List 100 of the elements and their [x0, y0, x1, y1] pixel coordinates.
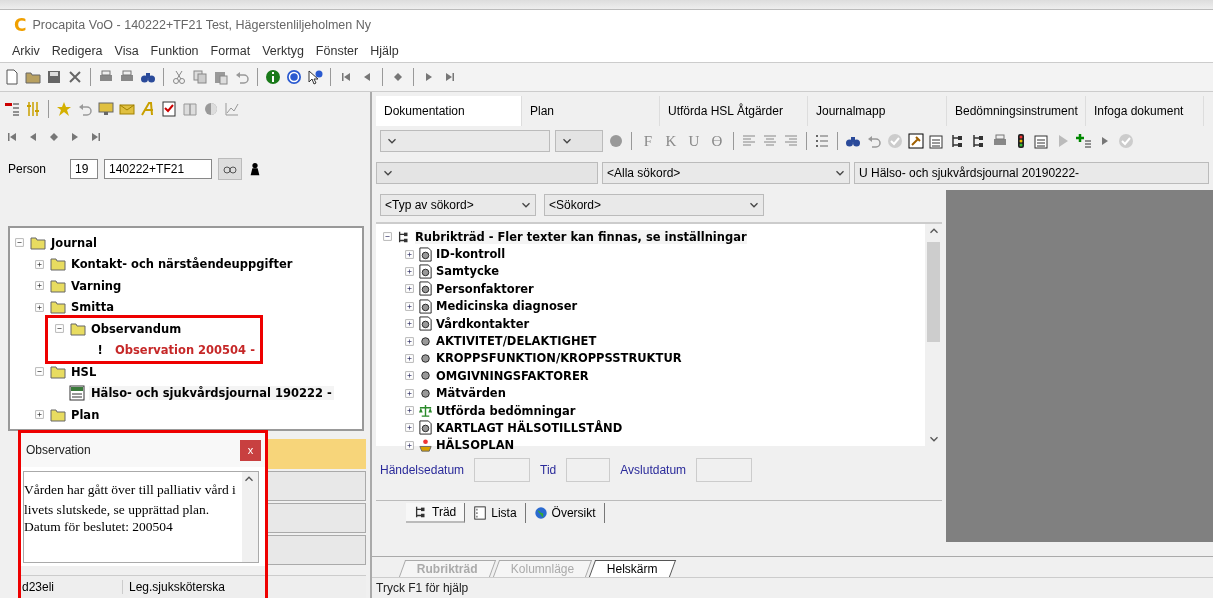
keyword-type-dropdown[interactable]: <Typ av sökord> [380, 194, 536, 216]
menu-item[interactable]: Format [210, 44, 251, 58]
delete-icon[interactable] [67, 69, 83, 85]
blob-icon[interactable] [608, 133, 624, 149]
tree-item[interactable]: Vårdkontakter [436, 316, 530, 331]
collapse-icon[interactable] [14, 237, 25, 249]
menu-item[interactable]: Visa [114, 44, 139, 58]
person-id-field[interactable]: 140222+TF21 [104, 159, 212, 179]
folder-icon [49, 277, 67, 294]
tree-item[interactable]: Medicinska diagnoser [436, 299, 578, 314]
expand-icon[interactable] [34, 409, 45, 421]
expand-icon[interactable] [404, 422, 415, 434]
tree-item[interactable]: HSL [71, 364, 97, 379]
menu-item[interactable]: Funktion [150, 44, 199, 58]
bullet-list-icon[interactable] [814, 133, 830, 149]
tree-item[interactable]: Mätvärden [436, 386, 506, 401]
new-document-icon[interactable] [4, 69, 20, 85]
paste-icon[interactable] [213, 69, 229, 85]
view-tab[interactable]: Översikt [525, 503, 605, 523]
expand-icon[interactable] [404, 283, 415, 295]
search-person-button[interactable] [218, 158, 242, 180]
view-tab[interactable]: Träd [406, 503, 466, 523]
add-list-icon[interactable] [1076, 133, 1092, 149]
sliders-icon[interactable] [25, 101, 41, 117]
person-icon[interactable] [248, 161, 262, 177]
tree-item[interactable]: Journal [51, 235, 97, 250]
tree-item[interactable]: Hälso- och sjukvårdsjournal 190222 - [89, 386, 334, 401]
expand-icon[interactable] [404, 387, 415, 399]
chart-icon[interactable] [224, 101, 240, 117]
date-field[interactable] [474, 458, 531, 482]
journal-document-icon[interactable] [69, 385, 85, 402]
scrollbar[interactable] [242, 472, 258, 562]
expand-icon[interactable] [34, 280, 45, 292]
envelope-icon[interactable] [119, 101, 135, 117]
document-icon[interactable] [1034, 133, 1050, 149]
info-icon[interactable] [265, 69, 281, 85]
collapse-icon[interactable] [382, 231, 393, 243]
expand-icon[interactable] [404, 352, 415, 364]
expand-icon[interactable] [404, 439, 415, 451]
expand-icon[interactable] [34, 258, 45, 270]
scissors-icon[interactable] [171, 69, 187, 85]
menu-item[interactable]: Hjälp [370, 44, 399, 58]
help-icon[interactable] [286, 69, 302, 85]
keyword-filter-dropdown[interactable]: <Alla sökord> [602, 162, 850, 184]
form-icon[interactable] [929, 133, 945, 149]
tab[interactable]: Dokumentation [376, 96, 522, 126]
tree-item[interactable]: Samtycke [436, 264, 499, 279]
star-icon[interactable] [56, 101, 72, 117]
tree-item[interactable]: Smitta [71, 300, 114, 315]
menu-item[interactable]: Arkiv [12, 44, 40, 58]
undo-icon[interactable] [234, 69, 250, 85]
expand-icon[interactable] [404, 405, 415, 417]
hammer-icon[interactable] [908, 133, 924, 149]
collapse-icon[interactable] [34, 366, 45, 378]
tree-item[interactable]: ID-kontroll [436, 247, 506, 262]
letter-icon[interactable] [140, 101, 156, 117]
expand-icon[interactable] [404, 248, 415, 260]
expand-icon[interactable] [404, 335, 415, 347]
collapse-icon[interactable] [54, 323, 65, 335]
expand-icon[interactable] [404, 265, 415, 277]
tree-item[interactable]: Observandum [91, 321, 182, 336]
undo-icon[interactable] [77, 101, 93, 117]
tree-item[interactable]: HÄLSOPLAN [436, 438, 515, 453]
monitor-icon[interactable] [98, 101, 114, 117]
check-icon[interactable] [1118, 133, 1134, 149]
document-dropdown[interactable]: U Hälso- och sjukvårdsjournal 20190222- [854, 162, 1209, 184]
century-field[interactable]: 19 [70, 159, 98, 179]
tree-item[interactable]: Utförda bedömningar [436, 403, 576, 418]
tree-item[interactable]: Kontakt- och närståendeuppgifter [71, 257, 293, 272]
tree-item[interactable]: AKTIVITET/DELAKTIGHET [436, 334, 597, 349]
pointer-help-icon[interactable] [307, 69, 323, 85]
date-field[interactable] [566, 458, 611, 482]
expand-icon[interactable] [404, 370, 415, 382]
expand-icon[interactable] [34, 301, 45, 313]
tree-item[interactable]: Plan [71, 407, 100, 422]
view-tab[interactable]: Lista [465, 503, 526, 523]
book-icon[interactable] [182, 101, 198, 117]
save-icon[interactable] [46, 69, 62, 85]
sheet-tab[interactable]: Helskärm [588, 560, 676, 577]
folder-icon[interactable] [25, 69, 41, 85]
keyword-dropdown[interactable]: <Sökord> [544, 194, 764, 216]
close-button[interactable]: x [240, 439, 261, 461]
tree-root[interactable]: Rubrikträd - Fler texter kan finnas, se inställningar [415, 229, 747, 244]
list-icon[interactable] [4, 101, 20, 117]
tree-item[interactable]: KROPPSFUNKTION/KROPPSSTRUKTUR [436, 351, 682, 366]
menu-item[interactable]: Redigera [51, 44, 103, 58]
expand-icon[interactable] [404, 300, 415, 312]
half-circle-icon[interactable] [203, 101, 219, 117]
tree-item[interactable]: Personfaktorer [436, 281, 534, 296]
date-field[interactable] [696, 458, 753, 482]
tree-item[interactable]: Varning [71, 278, 122, 293]
expand-icon[interactable] [404, 318, 415, 330]
tree-item[interactable]: KARTLAGT HÄLSOTILLSTÅND [436, 421, 623, 435]
copy-icon[interactable] [192, 69, 208, 85]
tree-item[interactable]: Observation 200504 - [115, 343, 255, 358]
tree-item[interactable]: OMGIVNINGSFAKTORER [436, 368, 589, 383]
menu-item[interactable]: Fönster [315, 44, 359, 58]
menu-item[interactable]: Verktyg [262, 44, 304, 58]
checklist-icon[interactable] [161, 101, 177, 117]
folder-icon [29, 234, 47, 251]
